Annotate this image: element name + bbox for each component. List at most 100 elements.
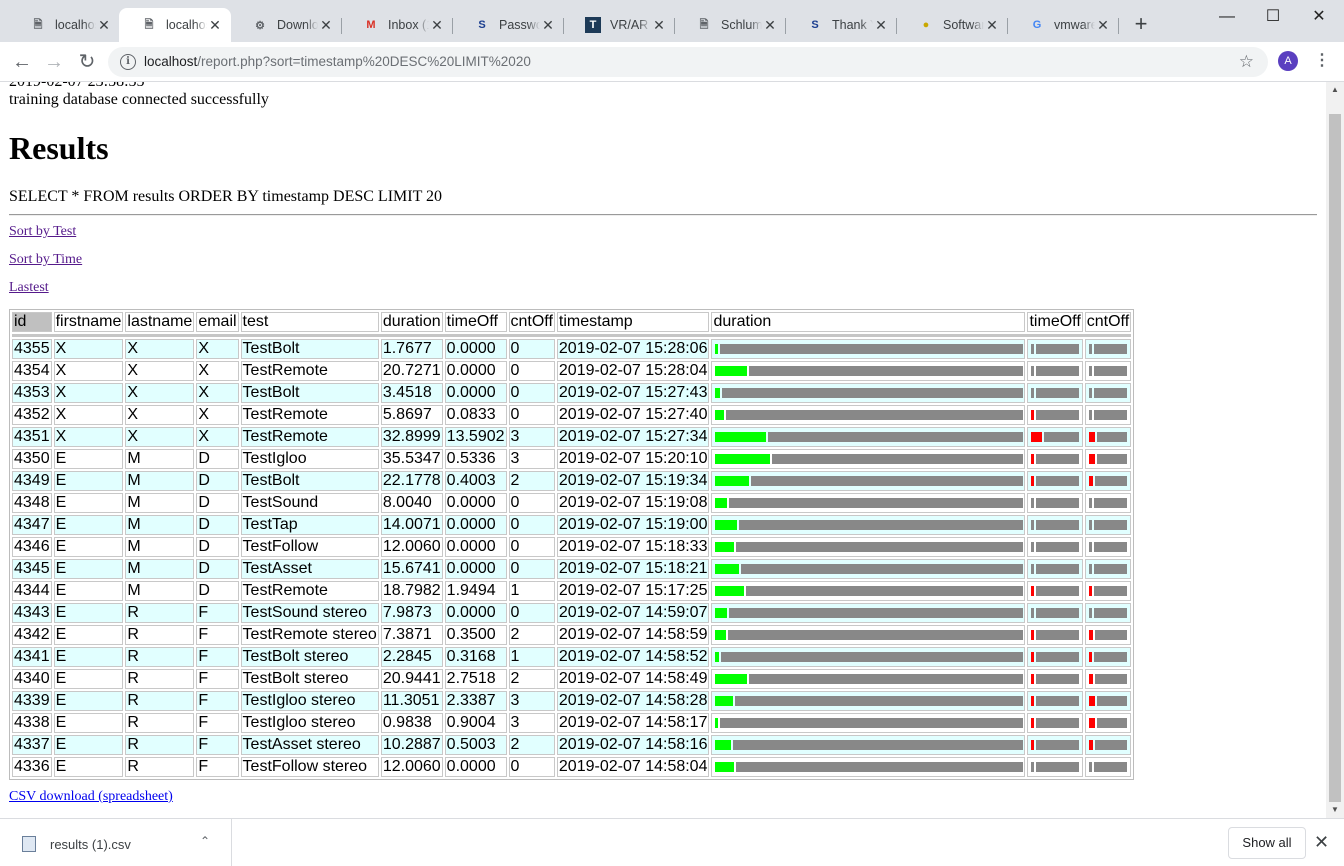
tab-6[interactable]: T VR/AR S✕ [563,8,675,42]
reload-icon[interactable]: ↻ [75,50,99,74]
cell-cntoff: 2 [508,471,555,491]
address-bar[interactable]: i localhost/report.php?sort=timestamp%20… [108,47,1268,77]
cell-duration: 22.1778 [380,471,443,491]
bookmark-star-icon[interactable]: ☆ [1239,52,1254,72]
cntoff-bar-cell-fill [1088,432,1095,442]
timeoff-bar-cell-track [1036,652,1080,662]
timeoff-bar-cell [1027,757,1083,777]
tab-4[interactable]: M Inbox (1 ✕ [341,8,453,42]
url-text[interactable]: localhost/report.php?sort=timestamp%20DE… [144,54,531,69]
cell-firstname: E [53,757,124,777]
timeoff-bar-cell-fill [1031,432,1043,442]
csv-download-link[interactable]: CSV download (spreadsheet) [9,789,173,805]
timeoff-bar-cell-bar [1029,344,1080,354]
timeoff-bar-cell-bar [1029,740,1080,750]
table-row[interactable]: 4342 E R F TestRemote stereo 7.3871 0.3500 2 201… [12,625,1132,645]
sort-by-test-link[interactable]: Sort by Test [9,224,76,240]
cell-timeoff: 0.3500 [444,625,507,645]
table-row[interactable]: 4352 X X X TestRemote 5.8697 0.0833 0 2019-02-07… [12,405,1132,425]
table-row[interactable]: 4336 E R F TestFollow stereo 12.0060 0.0000 0 20… [12,757,1132,777]
vertical-scrollbar[interactable]: ▲ ▼ [1326,82,1344,818]
tab-label: localhost [166,18,207,32]
header-separator-cell [12,334,1132,337]
info-icon[interactable]: i [120,54,136,70]
table-row[interactable]: 4349 E M D TestBolt 22.1778 0.4003 2 2019-02-07 … [12,471,1132,491]
close-tab-icon[interactable]: ✕ [1095,17,1111,34]
close-tab-icon[interactable]: ✕ [873,17,889,34]
minimize-button[interactable]: — [1204,4,1250,30]
duration-bar-cell-bar [713,432,1024,442]
close-tab-icon[interactable]: ✕ [429,17,445,34]
close-tab-icon[interactable]: ✕ [651,17,667,34]
cell-email: X [196,361,239,381]
close-tab-icon[interactable]: ✕ [762,17,778,34]
duration-bar-cell-fill [715,674,748,684]
table-row[interactable]: 4351 X X X TestRemote 32.8999 13.5902 3 2019-02-… [12,427,1132,447]
table-row[interactable]: 4355 X X X TestBolt 1.7677 0.0000 0 2019-02-07 1… [12,339,1132,359]
close-tab-icon[interactable]: ✕ [540,17,556,34]
scroll-down-arrow-icon[interactable]: ▼ [1326,802,1344,818]
cntoff-bar-cell-bar [1087,586,1127,596]
scroll-thumb[interactable] [1329,114,1341,802]
close-window-button[interactable]: ✕ [1296,4,1342,30]
table-row[interactable]: 4340 E R F TestBolt stereo 20.9441 2.7518 2 2019… [12,669,1132,689]
t-icon: T [585,17,601,33]
cell-test: TestIgloo [240,449,379,469]
profile-avatar[interactable]: A [1278,51,1298,71]
close-tab-icon[interactable]: ✕ [984,17,1000,34]
show-all-button[interactable]: Show all [1228,827,1306,859]
table-row[interactable]: 4343 E R F TestSound stereo 7.9873 0.0000 0 2019… [12,603,1132,623]
close-tab-icon[interactable]: ✕ [318,17,334,34]
timeoff-bar-cell-bar [1029,454,1080,464]
table-row[interactable]: 4347 E M D TestTap 14.0071 0.0000 0 2019-02-07 1… [12,515,1132,535]
cell-lastname: R [125,603,195,623]
cell-lastname: M [125,471,195,491]
forward-arrow-icon[interactable]: → [42,50,66,74]
table-row[interactable]: 4337 E R F TestAsset stereo 10.2887 0.5003 2 201… [12,735,1132,755]
table-row[interactable]: 4344 E M D TestRemote 18.7982 1.9494 1 2019-02-0… [12,581,1132,601]
cntoff-bar-cell-fill [1088,652,1092,662]
table-row[interactable]: 4353 X X X TestBolt 3.4518 0.0000 0 2019-02-07 1… [12,383,1132,403]
sort-by-time-link[interactable]: Sort by Time [9,252,82,268]
duration-bar-cell [711,361,1026,381]
cell-duration: 14.0071 [380,515,443,535]
table-row[interactable]: 4346 E M D TestFollow 12.0060 0.0000 0 2019-02-0… [12,537,1132,557]
table-row[interactable]: 4345 E M D TestAsset 15.6741 0.0000 0 2019-02-07… [12,559,1132,579]
scroll-up-arrow-icon[interactable]: ▲ [1326,82,1344,98]
chevron-up-icon[interactable]: ⌃ [200,834,210,848]
tab-8[interactable]: S Thank Yo✕ [785,8,897,42]
cntoff-bar-cell-bar [1087,410,1127,420]
tab-9[interactable]: ● Software✕ [896,8,1008,42]
cell-duration: 12.0060 [380,537,443,557]
duration-bar-cell [711,515,1026,535]
close-tab-icon[interactable]: ✕ [207,17,223,34]
duration-bar-cell [711,691,1026,711]
maximize-button[interactable]: ☐ [1250,4,1296,30]
cell-lastname: R [125,669,195,689]
cntoff-bar-cell [1084,427,1132,447]
tab-2[interactable]: 🗎 localhost✕ [119,8,231,42]
duration-bar-cell-track [728,630,1024,640]
table-row[interactable]: 4341 E R F TestBolt stereo 2.2845 0.3168 1 2019-… [12,647,1132,667]
duration-bar-cell-bar [713,586,1024,596]
table-row[interactable]: 4339 E R F TestIgloo stereo 11.3051 2.3387 3 201… [12,691,1132,711]
tab-1[interactable]: 🗎 localhost✕ [8,8,120,42]
table-row[interactable]: 4348 E M D TestSound 8.0040 0.0000 0 2019-02-07 … [12,493,1132,513]
download-item[interactable]: results (1).csv ⌃ [0,819,232,866]
cell-email: F [196,691,239,711]
tab-3[interactable]: ⚙ Downloa✕ [230,8,342,42]
menu-kebab-icon[interactable]: ⋮ [1314,50,1330,72]
tab-10[interactable]: Gvmware ✕ [1007,8,1119,42]
latest-link[interactable]: Lastest [9,280,49,296]
cell-test: TestBolt [240,339,379,359]
table-row[interactable]: 4354 X X X TestRemote 20.7271 0.0000 0 2019-02-0… [12,361,1132,381]
table-row[interactable]: 4350 E M D TestIgloo 35.5347 0.5336 3 2019-02-07… [12,449,1132,469]
tab-7[interactable]: 🗎 Schlumb✕ [674,8,786,42]
timeoff-bar-cell-track [1036,498,1080,508]
close-icon[interactable]: ✕ [1314,832,1329,853]
tab-5[interactable]: S Passwor✕ [452,8,564,42]
table-row[interactable]: 4338 E R F TestIgloo stereo 0.9838 0.9004 3 2019… [12,713,1132,733]
new-tab-button[interactable]: + [1130,13,1152,35]
back-arrow-icon[interactable]: ← [10,50,34,74]
close-tab-icon[interactable]: ✕ [96,17,112,34]
